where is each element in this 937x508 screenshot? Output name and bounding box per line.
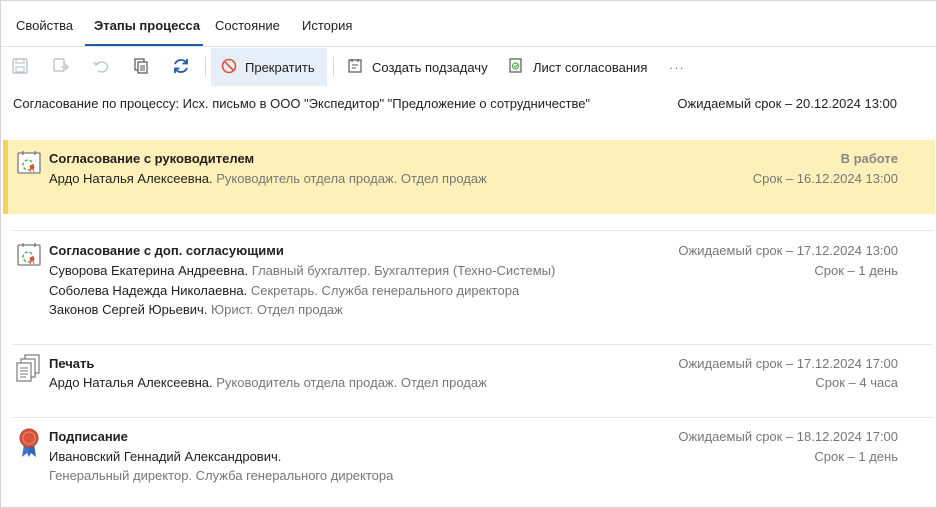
participant: Ардо Наталья Алексеевна. Руководитель от… bbox=[49, 375, 487, 390]
participant-role: Юрист. Отдел продаж bbox=[211, 302, 343, 317]
toolbar-separator bbox=[205, 57, 206, 77]
stage-duration: Срок – 1 день bbox=[814, 449, 898, 464]
participant-role: Руководитель отдела продаж. Отдел продаж bbox=[216, 375, 487, 390]
participant-name: Соболева Надежда Николаевна. bbox=[49, 283, 248, 298]
stop-icon bbox=[221, 58, 237, 77]
refresh-icon[interactable] bbox=[170, 55, 192, 77]
stage-title: Печать bbox=[49, 356, 95, 371]
participant-role: Генеральный директор. Служба генеральног… bbox=[49, 468, 394, 483]
stage-print[interactable]: Печать Ардо Наталья Алексеевна. Руководи… bbox=[3, 345, 935, 417]
stage-additional-approvers[interactable]: Согласование с доп. согласующими Суворов… bbox=[3, 232, 935, 342]
approval-sheet-button[interactable]: Лист согласования bbox=[508, 48, 647, 86]
stage-divider bbox=[13, 230, 933, 231]
copy-icon[interactable] bbox=[130, 55, 152, 77]
process-title: Согласование по процессу: Исх. письмо в … bbox=[13, 96, 591, 111]
signing-seal-icon bbox=[17, 427, 45, 457]
stage-duration: Срок – 4 часа bbox=[815, 375, 898, 390]
participant-role: Секретарь. Служба генерального директора bbox=[250, 283, 520, 298]
stop-button[interactable]: Прекратить bbox=[211, 48, 327, 86]
participant: Суворова Екатерина Андреевна. Главный бу… bbox=[49, 263, 555, 278]
participant: Ардо Наталья Алексеевна. Руководитель от… bbox=[49, 171, 487, 186]
more-button[interactable]: ··· bbox=[669, 48, 685, 86]
stage-title: Подписание bbox=[49, 429, 128, 444]
approval-sheet-icon bbox=[508, 57, 525, 77]
create-subtask-button[interactable]: Создать подзадачу bbox=[347, 48, 488, 86]
participant: Соболева Надежда Николаевна. Секретарь. … bbox=[49, 283, 519, 298]
participant-name: Законов Сергей Юрьевич. bbox=[49, 302, 208, 317]
stage-status: В работе bbox=[840, 151, 898, 166]
approval-calendar-icon bbox=[15, 148, 43, 176]
participant: Генеральный директор. Служба генеральног… bbox=[49, 468, 393, 483]
create-subtask-icon bbox=[347, 57, 364, 77]
participant: Ивановский Геннадий Александрович. bbox=[49, 449, 281, 464]
save-icon[interactable] bbox=[9, 55, 31, 77]
tab-history[interactable]: История bbox=[302, 18, 352, 33]
stage-due: Ожидаемый срок – 17.12.2024 13:00 bbox=[678, 243, 898, 258]
participant-role: Главный бухгалтер. Бухгалтерия (Техно-Си… bbox=[251, 263, 556, 278]
participant-name: Ардо Наталья Алексеевна. bbox=[49, 375, 213, 390]
participant: Законов Сергей Юрьевич. Юрист. Отдел про… bbox=[49, 302, 343, 317]
toolbar-separator bbox=[333, 57, 334, 77]
tab-properties[interactable]: Свойства bbox=[16, 18, 73, 33]
save-and-close-icon[interactable] bbox=[50, 55, 72, 77]
tab-state[interactable]: Состояние bbox=[215, 18, 280, 33]
stage-due: Ожидаемый срок – 18.12.2024 17:00 bbox=[678, 429, 898, 444]
process-due: Ожидаемый срок – 20.12.2024 13:00 bbox=[677, 96, 897, 111]
approval-sheet-label: Лист согласования bbox=[533, 59, 648, 75]
participant-name: Ардо Наталья Алексеевна. bbox=[49, 171, 213, 186]
stage-title: Согласование с руководителем bbox=[49, 151, 255, 166]
participant-role: Руководитель отдела продаж. Отдел продаж bbox=[216, 171, 487, 186]
participant-name: Суворова Екатерина Андреевна. bbox=[49, 263, 249, 278]
process-stages-panel: Свойства Этапы процесса Состояние Истори… bbox=[0, 0, 937, 508]
stage-due: Ожидаемый срок – 17.12.2024 17:00 bbox=[678, 356, 898, 371]
undo-icon[interactable] bbox=[90, 55, 112, 77]
create-subtask-label: Создать подзадачу bbox=[372, 59, 488, 75]
toolbar: Прекратить Создать подзадачу Лист соглас… bbox=[1, 46, 936, 86]
tab-bar: Свойства Этапы процесса Состояние Истори… bbox=[1, 1, 936, 46]
stage-deadline: Срок – 16.12.2024 13:00 bbox=[752, 171, 898, 186]
stage-duration: Срок – 1 день bbox=[814, 263, 898, 278]
participant-name: Ивановский Геннадий Александрович. bbox=[49, 449, 282, 464]
print-documents-icon bbox=[15, 353, 43, 382]
stage-approval-by-manager[interactable]: Согласование с руководителем Ардо Наталь… bbox=[3, 140, 935, 214]
tab-process-stages[interactable]: Этапы процесса bbox=[94, 18, 200, 33]
stop-button-label: Прекратить bbox=[245, 59, 315, 75]
stage-signing[interactable]: Подписание Ивановский Геннадий Александр… bbox=[3, 418, 935, 498]
approval-calendar-icon bbox=[15, 240, 43, 268]
stage-title: Согласование с доп. согласующими bbox=[49, 243, 284, 258]
